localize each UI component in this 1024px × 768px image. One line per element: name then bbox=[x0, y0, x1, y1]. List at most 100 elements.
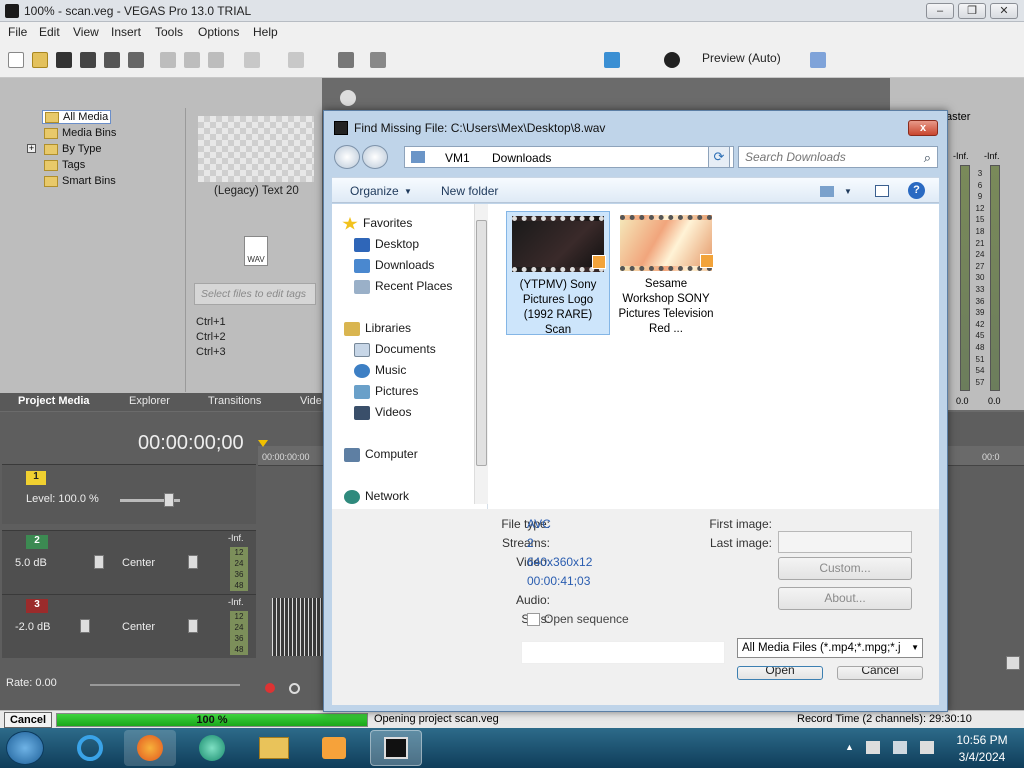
track-header-2[interactable]: 2 5.0 dB Center -Inf. 12 24 36 48 bbox=[2, 530, 256, 594]
address-crumb-vm1[interactable]: VM1 bbox=[445, 151, 470, 165]
pan-slider-thumb[interactable] bbox=[188, 619, 198, 633]
save-as-icon[interactable] bbox=[80, 52, 96, 68]
tree-smart-bins[interactable]: Smart Bins bbox=[44, 175, 116, 187]
volume-slider-thumb[interactable] bbox=[80, 619, 90, 633]
copy-icon[interactable] bbox=[184, 52, 200, 68]
cancel-render-button[interactable]: Cancel bbox=[4, 712, 52, 728]
render-icon[interactable] bbox=[104, 52, 120, 68]
tray-expand-icon[interactable]: ▲ bbox=[845, 742, 854, 752]
organize-dropdown-icon[interactable]: ▼ bbox=[404, 187, 412, 196]
view-options-icon[interactable] bbox=[820, 186, 834, 197]
nav-network[interactable]: Network bbox=[344, 489, 409, 504]
custom-button[interactable]: Custom... bbox=[778, 557, 912, 580]
selection-tool-icon[interactable] bbox=[370, 52, 386, 68]
file-item[interactable]: Sesame Workshop SONY Pictures Television… bbox=[614, 211, 718, 335]
view-dropdown-icon[interactable]: ▼ bbox=[844, 187, 852, 196]
open-icon[interactable] bbox=[32, 52, 48, 68]
nav-recent-places[interactable]: Recent Places bbox=[354, 279, 452, 294]
cancel-button[interactable]: Cancel bbox=[837, 666, 923, 680]
tree-media-bins[interactable]: Media Bins bbox=[44, 127, 116, 139]
undo-icon[interactable] bbox=[244, 52, 260, 68]
nav-documents[interactable]: Documents bbox=[354, 342, 436, 357]
file-name-input[interactable] bbox=[521, 641, 725, 664]
internet-explorer-icon[interactable] bbox=[64, 730, 116, 766]
file-item-selected[interactable]: (YTPMV) Sony Pictures Logo (1992 RARE) S… bbox=[506, 211, 610, 336]
tree-by-type[interactable]: By Type bbox=[44, 143, 102, 155]
about-button[interactable]: About... bbox=[778, 587, 912, 610]
tab-explorer[interactable]: Explorer bbox=[129, 395, 170, 407]
track-header-1[interactable]: 1 Level: 100.0 % bbox=[2, 464, 256, 524]
video-player-icon[interactable] bbox=[308, 730, 360, 766]
tree-tags[interactable]: Tags bbox=[44, 159, 85, 171]
help-icon[interactable]: ? bbox=[908, 182, 925, 199]
menu-insert[interactable]: Insert bbox=[111, 25, 141, 39]
menu-file[interactable]: File bbox=[8, 25, 27, 39]
tab-project-media[interactable]: Project Media bbox=[18, 395, 90, 407]
zoom-icon[interactable] bbox=[1006, 656, 1020, 670]
nav-scrollbar-thumb[interactable] bbox=[476, 220, 487, 466]
paste-icon[interactable] bbox=[208, 52, 224, 68]
media-player-icon[interactable] bbox=[186, 730, 238, 766]
search-input[interactable] bbox=[745, 148, 915, 166]
rate-slider[interactable] bbox=[90, 684, 240, 686]
new-icon[interactable] bbox=[8, 52, 24, 68]
grid-icon[interactable] bbox=[810, 52, 826, 68]
menu-options[interactable]: Options bbox=[198, 25, 239, 39]
search-box[interactable]: ⌕ bbox=[738, 146, 938, 168]
new-folder-button[interactable]: New folder bbox=[441, 184, 498, 198]
volume-slider-thumb[interactable] bbox=[94, 555, 104, 569]
file-explorer-icon[interactable] bbox=[248, 730, 300, 766]
network-tray-icon[interactable] bbox=[893, 741, 907, 754]
start-button-icon[interactable] bbox=[6, 731, 44, 765]
menu-tools[interactable]: Tools bbox=[155, 25, 183, 39]
organize-button[interactable]: Organize bbox=[350, 184, 399, 198]
loop-icon[interactable] bbox=[289, 683, 300, 694]
open-button[interactable]: Open bbox=[737, 666, 823, 680]
level-slider-thumb[interactable] bbox=[164, 493, 174, 507]
tab-transitions[interactable]: Transitions bbox=[208, 395, 261, 407]
clock-time[interactable]: 10:56 PM bbox=[950, 733, 1014, 747]
nav-music[interactable]: Music bbox=[354, 363, 406, 378]
menu-help[interactable]: Help bbox=[253, 25, 278, 39]
nav-computer[interactable]: Computer bbox=[344, 447, 418, 462]
nav-downloads[interactable]: Downloads bbox=[354, 258, 434, 273]
firefox-icon[interactable] bbox=[124, 730, 176, 766]
preview-pane-icon[interactable] bbox=[875, 185, 889, 197]
tab-video-fx[interactable]: Vide bbox=[300, 395, 322, 407]
wav-file-icon[interactable]: WAV bbox=[244, 236, 268, 266]
last-image-field[interactable] bbox=[778, 531, 912, 553]
address-crumb-downloads[interactable]: Downloads bbox=[492, 151, 551, 165]
cut-icon[interactable] bbox=[160, 52, 176, 68]
nav-favorites[interactable]: Favorites bbox=[342, 216, 412, 231]
track-header-3[interactable]: 3 -2.0 dB Center -Inf. 12 24 36 48 bbox=[2, 594, 256, 658]
maximize-button[interactable]: ❐ bbox=[958, 3, 986, 19]
address-field[interactable]: VM1 Downloads ▼ bbox=[404, 146, 734, 168]
filter-dropdown-icon[interactable]: ▼ bbox=[911, 643, 919, 652]
preview-quality-dropdown[interactable]: Preview (Auto) bbox=[702, 51, 781, 65]
nav-pictures[interactable]: Pictures bbox=[354, 384, 418, 399]
redo-icon[interactable] bbox=[288, 52, 304, 68]
nav-videos[interactable]: Videos bbox=[354, 405, 411, 420]
menu-edit[interactable]: Edit bbox=[39, 25, 60, 39]
tags-input[interactable]: Select files to edit tags bbox=[194, 283, 316, 305]
nav-libraries[interactable]: Libraries bbox=[344, 321, 411, 336]
vegas-pro-taskbar-icon[interactable] bbox=[370, 730, 422, 766]
search-icon[interactable]: ⌕ bbox=[924, 150, 931, 166]
close-button[interactable]: ✕ bbox=[990, 3, 1018, 19]
search-icon[interactable] bbox=[340, 90, 356, 106]
audio-clip[interactable] bbox=[272, 598, 322, 656]
overlays-icon[interactable] bbox=[664, 52, 680, 68]
minimize-button[interactable]: – bbox=[926, 3, 954, 19]
preview-window-icon[interactable] bbox=[604, 52, 620, 68]
pan-slider-thumb[interactable] bbox=[188, 555, 198, 569]
forward-button[interactable] bbox=[362, 145, 388, 169]
record-icon[interactable] bbox=[265, 683, 275, 693]
file-type-filter-dropdown[interactable]: All Media Files (*.mp4;*.mpg;*.j ▼ bbox=[737, 638, 923, 658]
media-thumbnail[interactable] bbox=[198, 116, 314, 182]
tree-all-media[interactable]: All Media bbox=[42, 110, 112, 124]
open-sequence-checkbox[interactable] bbox=[527, 613, 540, 626]
action-center-flag-icon[interactable] bbox=[866, 741, 880, 754]
nav-scrollbar[interactable] bbox=[474, 204, 488, 504]
expand-icon[interactable]: + bbox=[27, 144, 36, 153]
save-icon[interactable] bbox=[56, 52, 72, 68]
